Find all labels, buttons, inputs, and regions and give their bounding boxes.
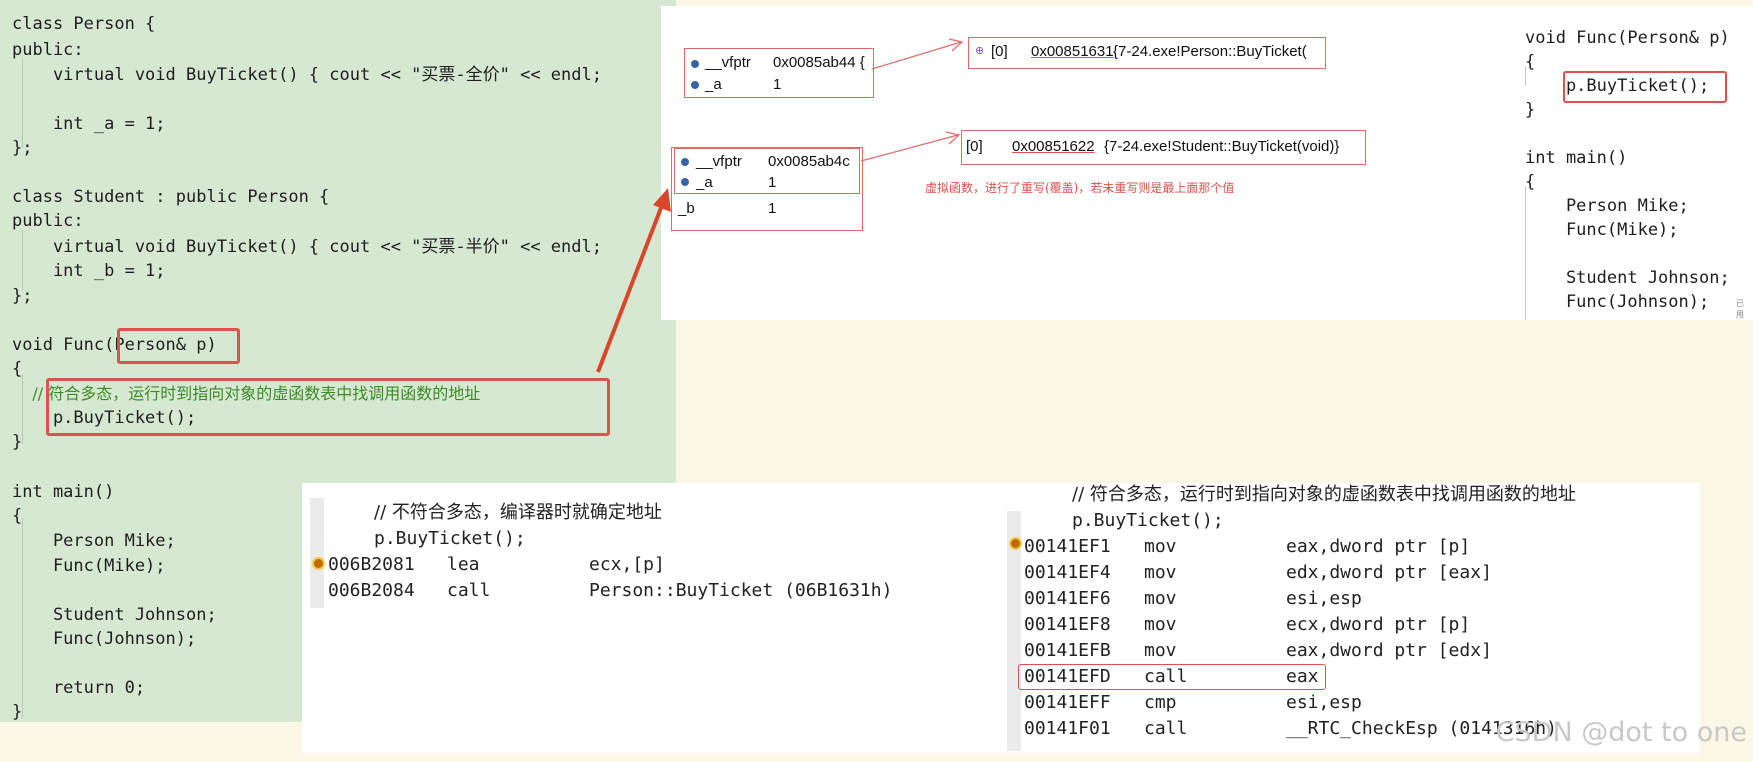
gutter xyxy=(310,498,324,608)
code-line: class Person { xyxy=(12,14,156,34)
debugger-watch-panel: __vfptr 0x0085ab44 { _a 1 ⊕ [0] 0x008516… xyxy=(661,6,1753,320)
code-line: { xyxy=(1525,52,1536,72)
disasm-arg: eax,dword ptr [edx] xyxy=(1286,640,1492,661)
code-line: }; xyxy=(12,286,33,306)
disasm-op: mov xyxy=(1144,614,1177,635)
disasm-addr: 00141EF1 xyxy=(1024,536,1111,557)
disasm-arg: edx,dword ptr [eax] xyxy=(1286,562,1492,583)
disasm-arg: Person::BuyTicket (06B1631h) xyxy=(589,580,893,601)
code-line: class Student : public Person { xyxy=(12,187,330,207)
code-line: int _a = 1; xyxy=(12,114,166,134)
code-line: return 0; xyxy=(12,678,146,698)
disasm-op: call xyxy=(1144,666,1188,687)
right-code-snippet: void Func(Person& p) { p.BuyTicket(); } … xyxy=(1523,16,1751,320)
disasm-addr: 00141EF6 xyxy=(1024,588,1111,609)
disasm-comment-nonpoly: // 不符合多态，编译器时就确定地址 xyxy=(374,502,662,523)
code-line: virtual void BuyTicket() { cout << "买票-半… xyxy=(12,237,602,257)
disasm-op: cmp xyxy=(1144,692,1177,713)
disasm-addr: 006B2081 xyxy=(328,554,415,575)
param-highlight-box xyxy=(117,328,240,364)
breakpoint-icon[interactable] xyxy=(312,557,325,570)
code-line: public: xyxy=(12,40,84,60)
disasm-arg: ecx,[p] xyxy=(589,554,665,575)
disasm-op: call xyxy=(1144,718,1188,739)
disasm-arg: eax,dword ptr [p] xyxy=(1286,536,1471,557)
code-line: { xyxy=(1525,172,1536,192)
disasm-arg: ecx,dword ptr [p] xyxy=(1286,614,1471,635)
code-line: } xyxy=(12,432,23,452)
disasm-addr: 00141EFD xyxy=(1024,666,1111,687)
code-line: Student Johnson; xyxy=(1525,268,1730,288)
disasm-op: mov xyxy=(1144,562,1177,583)
disasm-source-line: p.BuyTicket(); xyxy=(1072,510,1224,531)
disasm-addr: 00141EF8 xyxy=(1024,614,1111,635)
code-line: } xyxy=(1525,100,1536,120)
disasm-addr: 00141F01 xyxy=(1024,718,1111,739)
watermark: CSDN @dot to one xyxy=(1495,717,1747,748)
disasm-addr: 00141EFB xyxy=(1024,640,1111,661)
code-line: void Func(Person& p) xyxy=(1525,28,1730,48)
code-line: Person Mike; xyxy=(12,531,176,551)
code-line: public: xyxy=(12,211,84,231)
disasm-addr: 00141EFF xyxy=(1024,692,1111,713)
code-line: int _b = 1; xyxy=(12,261,166,281)
disasm-op: mov xyxy=(1144,536,1177,557)
disasm-op: mov xyxy=(1144,588,1177,609)
code-line: Func(Johnson); xyxy=(12,629,197,649)
disasm-op: call xyxy=(447,580,491,601)
disasm-comment-poly: // 符合多态，运行时到指向对象的虚函数表中找调用函数的地址 xyxy=(1072,484,1576,505)
code-line: Person Mike; xyxy=(1525,196,1689,216)
code-line: Student Johnson; xyxy=(12,605,217,625)
call-highlight-box xyxy=(1563,71,1727,103)
disasm-op: lea xyxy=(447,554,480,575)
code-line: int main() xyxy=(1525,148,1628,168)
disasm-addr: 006B2084 xyxy=(328,580,415,601)
code-line: { xyxy=(12,506,23,526)
code-line: int main() xyxy=(12,482,115,502)
code-line: Func(Mike); xyxy=(12,556,166,576)
disasm-op: mov xyxy=(1144,640,1177,661)
code-line: Func(Johnson); xyxy=(1525,292,1710,312)
disasm-addr: 00141EF4 xyxy=(1024,562,1111,583)
disasm-arg: eax xyxy=(1286,666,1319,687)
disasm-arg: esi,esp xyxy=(1286,692,1362,713)
disasm-source-line: p.BuyTicket(); xyxy=(374,528,526,549)
code-line: }; xyxy=(12,138,33,158)
disasm-arg: esi,esp xyxy=(1286,588,1362,609)
breakpoint-icon[interactable] xyxy=(1009,537,1022,550)
code-line: Func(Mike); xyxy=(1525,220,1679,240)
references-label: 已用 xyxy=(1736,299,1744,319)
call-highlight-box xyxy=(46,378,610,436)
code-line: { xyxy=(12,359,23,379)
disassembly-panel: // 不符合多态，编译器时就确定地址 p.BuyTicket(); 006B20… xyxy=(302,483,1700,753)
code-line: } xyxy=(12,702,23,722)
code-line: virtual void BuyTicket() { cout << "买票-全… xyxy=(12,65,602,85)
